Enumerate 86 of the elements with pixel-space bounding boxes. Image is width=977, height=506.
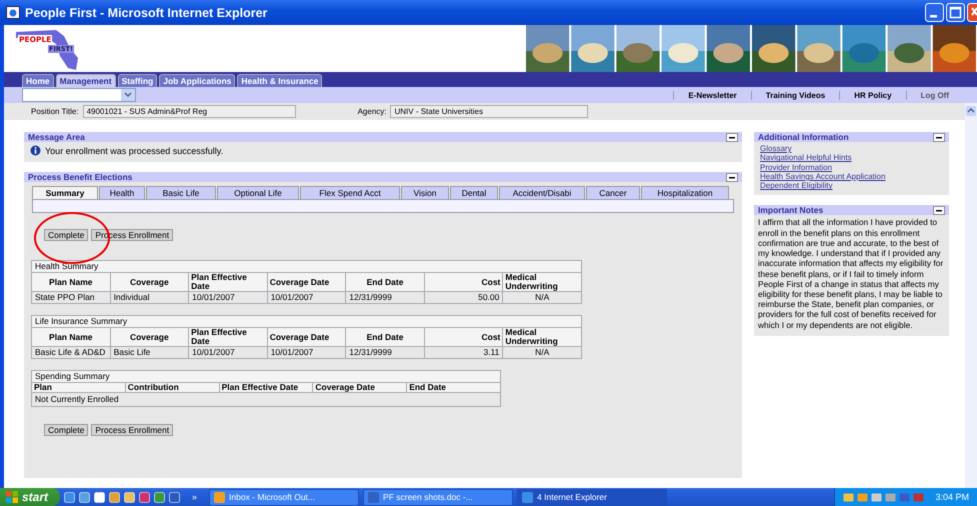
action-button[interactable]: Complete xyxy=(44,229,88,241)
info-link[interactable]: Glossary xyxy=(760,144,943,154)
browser-icon xyxy=(6,6,20,19)
collapse-icon[interactable] xyxy=(726,172,738,182)
table-cell: Basic Life xyxy=(110,346,189,358)
panel-title: Message Area xyxy=(28,132,85,142)
collapse-icon[interactable] xyxy=(933,132,945,142)
toolbar-link[interactable]: E-Newsletter xyxy=(673,90,751,100)
close-icon[interactable] xyxy=(967,3,977,22)
table-cell: 10/01/2007 xyxy=(188,346,268,358)
info-link[interactable]: Navigational Helpful Hints xyxy=(760,153,943,163)
action-button[interactable]: Process Enrollment xyxy=(91,424,174,436)
benefit-tab[interactable]: Flex Spend Acct xyxy=(300,186,400,199)
info-link[interactable]: Health Savings Account Application xyxy=(760,172,943,182)
table-cell: Basic Life & AD&D xyxy=(32,346,110,358)
more-icons-button[interactable]: » xyxy=(192,492,198,502)
benefit-tab[interactable]: Optional Life xyxy=(217,186,299,199)
quick-launch-icon[interactable] xyxy=(64,492,76,502)
position-field: 49001021 - SUS Admin&Prof Reg xyxy=(82,105,296,118)
dropdown-field[interactable] xyxy=(22,88,136,102)
nav-tab[interactable]: Home xyxy=(22,74,54,87)
panel-title: Additional Information xyxy=(758,132,849,142)
clock: 3:04 PM xyxy=(935,492,969,502)
table-cell: 50.00 xyxy=(424,292,503,304)
benefit-tab[interactable]: Cancer xyxy=(586,186,640,199)
toolbar-link[interactable]: Training Videos xyxy=(750,90,840,100)
quick-launch-icon[interactable] xyxy=(94,492,106,502)
field-label: Agency: xyxy=(358,107,386,116)
quick-launch-icon[interactable] xyxy=(109,492,120,502)
table-title: Life Insurance Summary xyxy=(32,316,582,328)
table-title: Spending Summary xyxy=(32,370,500,382)
info-link[interactable]: Provider Information xyxy=(760,162,943,172)
collapse-icon[interactable] xyxy=(933,206,945,215)
scrollbar[interactable] xyxy=(965,103,977,488)
notes-text: I affirm that all the information I have provided to enroll in the benefit plans on this enrollment confirmation are true and accurate, to the best of my knowledge. I understand that if I provided any inaccurate information that affects my eligibility for these benefit plans, or if I fail to timely inform People First of a change in status that affects my eligibility for these benefit plans, I may be liable to reimburse the State, benefit plan companies, or providers for the full cost of benefits received for which I or my dependents are not eligible. xyxy=(757,216,944,332)
app-icon xyxy=(522,492,534,502)
info-link[interactable]: Dependent Eligibility xyxy=(760,181,943,190)
table-cell: 10/01/2007 xyxy=(267,292,346,304)
table-cell: State PPO Plan xyxy=(32,292,110,304)
app-icon xyxy=(368,492,380,502)
maximize-icon[interactable] xyxy=(946,3,965,22)
quick-launch-icon[interactable] xyxy=(169,492,180,502)
toolbar-link[interactable]: Log Off xyxy=(906,90,963,100)
panel-title: Process Benefit Elections xyxy=(28,172,132,182)
taskbar-button[interactable]: Inbox - Microsoft Out... xyxy=(209,488,360,506)
empty-message: Not Currently Enrolled xyxy=(35,394,119,404)
table-cell: 3.11 xyxy=(424,346,503,358)
table-cell: 10/01/2007 xyxy=(267,346,346,358)
table-title: Health Summary xyxy=(32,260,582,272)
field-label: Position Title: xyxy=(31,107,79,116)
panel-title: Important Notes xyxy=(758,205,824,216)
benefit-tab[interactable]: Hospitalization xyxy=(641,186,729,199)
table-cell: N/A xyxy=(502,292,582,304)
table-cell: Individual xyxy=(110,292,189,304)
minimize-icon[interactable] xyxy=(925,3,944,22)
taskbar-button[interactable]: PF screen shots.doc -... xyxy=(363,488,514,506)
benefit-tab[interactable]: Basic Life xyxy=(146,186,216,199)
benefit-tab[interactable]: Accident/Disabi xyxy=(499,186,585,199)
collapse-icon[interactable] xyxy=(726,132,738,142)
action-button[interactable]: Complete xyxy=(44,424,88,436)
benefit-tab[interactable]: Summary xyxy=(32,186,98,199)
benefit-tab[interactable]: Health xyxy=(99,186,145,199)
table-cell: 10/01/2007 xyxy=(188,292,268,304)
agency-field: UNIV - State Universities xyxy=(390,105,588,118)
toolbar-link[interactable]: HR Policy xyxy=(839,90,906,100)
window-title: People First - Microsoft Internet Explorer xyxy=(25,6,268,20)
taskbar-button[interactable]: 4 Internet Explorer xyxy=(517,488,668,506)
nav-tab[interactable]: Job Applications xyxy=(159,74,236,87)
nav-tab[interactable]: Management xyxy=(56,74,116,87)
nav-tab[interactable]: Staffing xyxy=(118,74,158,87)
app-icon xyxy=(214,492,226,502)
start-button[interactable]: start xyxy=(0,488,60,506)
table-cell: 12/31/9999 xyxy=(346,346,424,358)
quick-launch-icon[interactable] xyxy=(139,492,150,502)
quick-launch-icon[interactable] xyxy=(79,492,90,502)
quick-launch-icon[interactable] xyxy=(124,492,136,502)
nav-tab[interactable]: Health & Insurance xyxy=(237,74,322,87)
benefit-tab[interactable]: Vision xyxy=(401,186,449,199)
status-message: Your enrollment was processed successfully. xyxy=(45,146,224,156)
benefit-tab[interactable]: Dental xyxy=(450,186,498,199)
quick-launch-icon[interactable] xyxy=(154,492,166,502)
table-cell: 12/31/9999 xyxy=(346,292,424,304)
info-icon xyxy=(30,145,41,156)
scroll-up-icon[interactable] xyxy=(966,106,976,116)
table-cell: N/A xyxy=(502,346,582,358)
windows-logo-icon xyxy=(6,491,18,503)
